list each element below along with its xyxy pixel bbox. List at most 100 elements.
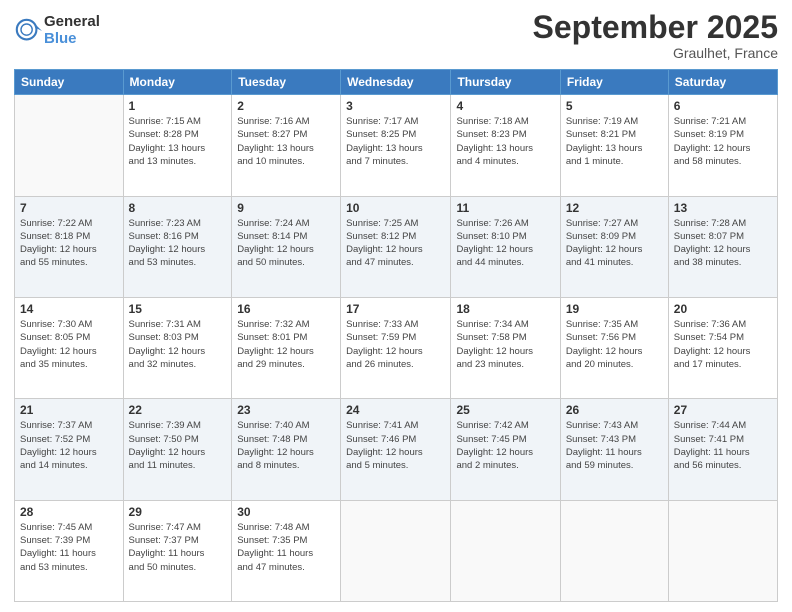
day-info: Sunrise: 7:41 AMSunset: 7:46 PMDaylight:… bbox=[346, 419, 445, 472]
table-row bbox=[451, 500, 560, 601]
day-info: Sunrise: 7:32 AMSunset: 8:01 PMDaylight:… bbox=[237, 318, 335, 371]
day-number: 29 bbox=[129, 505, 227, 519]
day-info: Sunrise: 7:31 AMSunset: 8:03 PMDaylight:… bbox=[129, 318, 227, 371]
day-info: Sunrise: 7:17 AMSunset: 8:25 PMDaylight:… bbox=[346, 115, 445, 168]
day-info: Sunrise: 7:48 AMSunset: 7:35 PMDaylight:… bbox=[237, 521, 335, 574]
table-row: 10 Sunrise: 7:25 AMSunset: 8:12 PMDayligh… bbox=[341, 196, 451, 297]
table-row: 7Sunrise: 7:22 AMSunset: 8:18 PMDaylight… bbox=[15, 196, 124, 297]
day-number: 26 bbox=[566, 403, 663, 417]
day-number: 13 bbox=[674, 201, 772, 215]
table-row: 15 Sunrise: 7:31 AMSunset: 8:03 PMDayligh… bbox=[123, 297, 232, 398]
day-number: 20 bbox=[674, 302, 772, 316]
day-number: 11 bbox=[456, 201, 554, 215]
day-info: Sunrise: 7:30 AMSunset: 8:05 PMDaylight:… bbox=[20, 318, 118, 371]
day-info: Sunrise: 7:47 AMSunset: 7:37 PMDaylight:… bbox=[129, 521, 227, 574]
day-number: 3 bbox=[346, 99, 445, 113]
table-row: 2Sunrise: 7:16 AMSunset: 8:27 PMDaylight… bbox=[232, 95, 341, 196]
day-number: 10 bbox=[346, 201, 445, 215]
table-row: 25 Sunrise: 7:42 AMSunset: 7:45 PMDayligh… bbox=[451, 399, 560, 500]
table-row: 13 Sunrise: 7:28 AMSunset: 8:07 PMDayligh… bbox=[668, 196, 777, 297]
calendar-table: Sunday Monday Tuesday Wednesday Thursday… bbox=[14, 69, 778, 602]
calendar-week-row: 7Sunrise: 7:22 AMSunset: 8:18 PMDaylight… bbox=[15, 196, 778, 297]
day-info: Sunrise: 7:43 AMSunset: 7:43 PMDaylight:… bbox=[566, 419, 663, 472]
day-number: 16 bbox=[237, 302, 335, 316]
month-title: September 2025 bbox=[533, 10, 778, 45]
day-number: 2 bbox=[237, 99, 335, 113]
day-number: 25 bbox=[456, 403, 554, 417]
day-number: 14 bbox=[20, 302, 118, 316]
day-number: 23 bbox=[237, 403, 335, 417]
day-number: 9 bbox=[237, 201, 335, 215]
table-row: 3 Sunrise: 7:17 AMSunset: 8:25 PMDaylight… bbox=[341, 95, 451, 196]
day-info: Sunrise: 7:15 AMSunset: 8:28 PMDaylight:… bbox=[129, 115, 227, 168]
day-number: 30 bbox=[237, 505, 335, 519]
day-number: 1 bbox=[129, 99, 227, 113]
table-row: 23 Sunrise: 7:40 AMSunset: 7:48 PMDayligh… bbox=[232, 399, 341, 500]
day-info: Sunrise: 7:44 AMSunset: 7:41 PMDaylight:… bbox=[674, 419, 772, 472]
table-row: 5Sunrise: 7:19 AMSunset: 8:21 PMDaylight… bbox=[560, 95, 668, 196]
day-number: 4 bbox=[456, 99, 554, 113]
day-info: Sunrise: 7:39 AMSunset: 7:50 PMDaylight:… bbox=[129, 419, 227, 472]
col-wednesday: Wednesday bbox=[341, 70, 451, 95]
day-number: 22 bbox=[129, 403, 227, 417]
page: General Blue September 2025 Graulhet, Fr… bbox=[0, 0, 792, 612]
day-number: 6 bbox=[674, 99, 772, 113]
table-row: 30 Sunrise: 7:48 AMSunset: 7:35 PMDayligh… bbox=[232, 500, 341, 601]
table-row: 17 Sunrise: 7:33 AMSunset: 7:59 PMDayligh… bbox=[341, 297, 451, 398]
logo: General Blue bbox=[14, 14, 100, 47]
title-block: September 2025 Graulhet, France bbox=[533, 10, 778, 61]
day-info: Sunrise: 7:37 AMSunset: 7:52 PMDaylight:… bbox=[20, 419, 118, 472]
day-info: Sunrise: 7:40 AMSunset: 7:48 PMDaylight:… bbox=[237, 419, 335, 472]
day-number: 8 bbox=[129, 201, 227, 215]
day-info: Sunrise: 7:33 AMSunset: 7:59 PMDaylight:… bbox=[346, 318, 445, 371]
day-info: Sunrise: 7:23 AMSunset: 8:16 PMDaylight:… bbox=[129, 217, 227, 270]
table-row: 4 Sunrise: 7:18 AMSunset: 8:23 PMDaylight… bbox=[451, 95, 560, 196]
table-row: 9Sunrise: 7:24 AMSunset: 8:14 PMDaylight… bbox=[232, 196, 341, 297]
day-number: 27 bbox=[674, 403, 772, 417]
day-number: 5 bbox=[566, 99, 663, 113]
day-number: 15 bbox=[129, 302, 227, 316]
col-thursday: Thursday bbox=[451, 70, 560, 95]
location: Graulhet, France bbox=[533, 45, 778, 61]
calendar-week-row: 21 Sunrise: 7:37 AMSunset: 7:52 PMDayligh… bbox=[15, 399, 778, 500]
day-info: Sunrise: 7:42 AMSunset: 7:45 PMDaylight:… bbox=[456, 419, 554, 472]
table-row: 22 Sunrise: 7:39 AMSunset: 7:50 PMDayligh… bbox=[123, 399, 232, 500]
day-number: 24 bbox=[346, 403, 445, 417]
header-row: Sunday Monday Tuesday Wednesday Thursday… bbox=[15, 70, 778, 95]
day-number: 18 bbox=[456, 302, 554, 316]
table-row: 16 Sunrise: 7:32 AMSunset: 8:01 PMDayligh… bbox=[232, 297, 341, 398]
day-number: 17 bbox=[346, 302, 445, 316]
day-number: 21 bbox=[20, 403, 118, 417]
day-info: Sunrise: 7:28 AMSunset: 8:07 PMDaylight:… bbox=[674, 217, 772, 270]
day-number: 12 bbox=[566, 201, 663, 215]
table-row: 12 Sunrise: 7:27 AMSunset: 8:09 PMDayligh… bbox=[560, 196, 668, 297]
table-row: 14 Sunrise: 7:30 AMSunset: 8:05 PMDayligh… bbox=[15, 297, 124, 398]
day-number: 7 bbox=[20, 201, 118, 215]
logo-icon bbox=[14, 17, 42, 45]
table-row: 19Sunrise: 7:35 AMSunset: 7:56 PMDayligh… bbox=[560, 297, 668, 398]
table-row bbox=[668, 500, 777, 601]
day-info: Sunrise: 7:36 AMSunset: 7:54 PMDaylight:… bbox=[674, 318, 772, 371]
table-row bbox=[341, 500, 451, 601]
day-info: Sunrise: 7:34 AMSunset: 7:58 PMDaylight:… bbox=[456, 318, 554, 371]
calendar-week-row: 28Sunrise: 7:45 AMSunset: 7:39 PMDayligh… bbox=[15, 500, 778, 601]
table-row: 6 Sunrise: 7:21 AMSunset: 8:19 PMDaylight… bbox=[668, 95, 777, 196]
header: General Blue September 2025 Graulhet, Fr… bbox=[14, 10, 778, 61]
day-info: Sunrise: 7:26 AMSunset: 8:10 PMDaylight:… bbox=[456, 217, 554, 270]
day-info: Sunrise: 7:18 AMSunset: 8:23 PMDaylight:… bbox=[456, 115, 554, 168]
table-row: 24 Sunrise: 7:41 AMSunset: 7:46 PMDayligh… bbox=[341, 399, 451, 500]
day-info: Sunrise: 7:35 AMSunset: 7:56 PMDaylight:… bbox=[566, 318, 663, 371]
table-row: 27 Sunrise: 7:44 AMSunset: 7:41 PMDayligh… bbox=[668, 399, 777, 500]
table-row: 29 Sunrise: 7:47 AMSunset: 7:37 PMDayligh… bbox=[123, 500, 232, 601]
col-friday: Friday bbox=[560, 70, 668, 95]
table-row: 26 Sunrise: 7:43 AMSunset: 7:43 PMDayligh… bbox=[560, 399, 668, 500]
table-row bbox=[15, 95, 124, 196]
calendar-week-row: 14 Sunrise: 7:30 AMSunset: 8:05 PMDayligh… bbox=[15, 297, 778, 398]
day-info: Sunrise: 7:21 AMSunset: 8:19 PMDaylight:… bbox=[674, 115, 772, 168]
day-info: Sunrise: 7:45 AMSunset: 7:39 PMDaylight:… bbox=[20, 521, 118, 574]
day-info: Sunrise: 7:25 AMSunset: 8:12 PMDaylight:… bbox=[346, 217, 445, 270]
table-row: 20 Sunrise: 7:36 AMSunset: 7:54 PMDayligh… bbox=[668, 297, 777, 398]
calendar-week-row: 1 Sunrise: 7:15 AMSunset: 8:28 PMDaylight… bbox=[15, 95, 778, 196]
day-info: Sunrise: 7:27 AMSunset: 8:09 PMDaylight:… bbox=[566, 217, 663, 270]
table-row: 11 Sunrise: 7:26 AMSunset: 8:10 PMDayligh… bbox=[451, 196, 560, 297]
